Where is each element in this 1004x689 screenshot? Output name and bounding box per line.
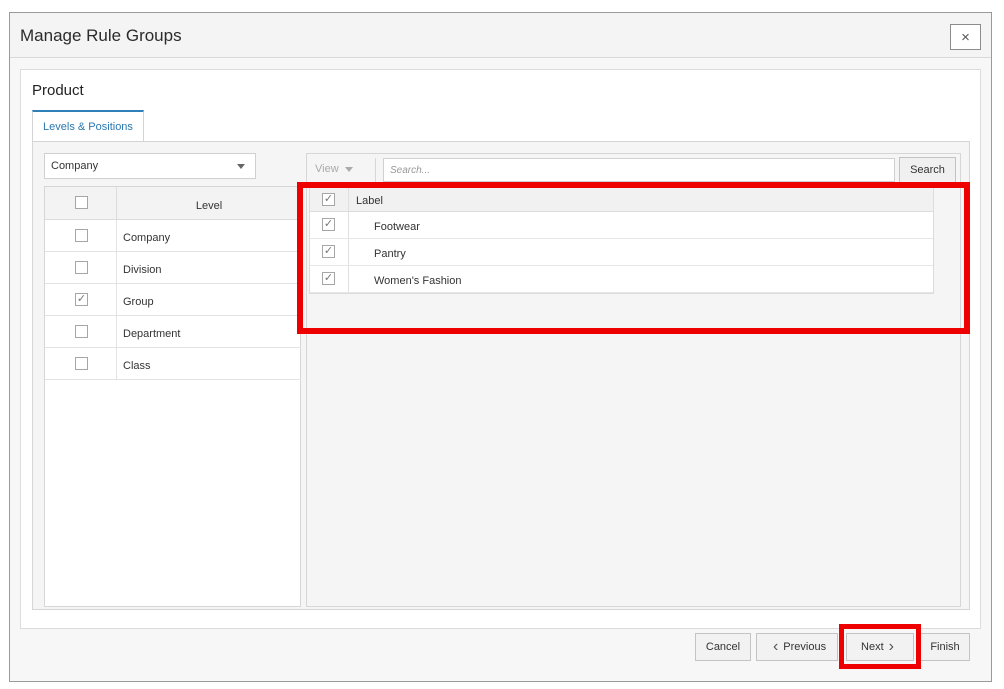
cancel-button[interactable]: Cancel [695, 633, 751, 661]
view-menu[interactable]: View [315, 163, 353, 175]
row-checkbox-cell [45, 316, 117, 348]
view-menu-label: View [315, 163, 339, 175]
chevron-left-icon: ‹ [772, 638, 779, 655]
row-checkbox[interactable] [75, 261, 88, 274]
row-checkbox[interactable]: ✓ [75, 293, 88, 306]
search-input[interactable]: Search... [383, 158, 895, 182]
row-checkbox[interactable] [75, 325, 88, 338]
dialog-titlebar: Manage Rule Groups × [10, 13, 991, 58]
table-row[interactable]: Class [45, 348, 301, 380]
close-button[interactable]: × [950, 24, 981, 50]
row-checkbox-cell: ✓ [45, 284, 117, 316]
header-checkbox-cell [45, 187, 117, 220]
close-icon: × [961, 28, 970, 46]
row-checkbox[interactable] [75, 357, 88, 370]
next-button-highlight [839, 624, 921, 669]
select-all-checkbox[interactable] [75, 196, 88, 209]
level-dropdown-value: Company [51, 160, 99, 172]
row-checkbox-cell [45, 348, 117, 380]
dialog-content: Product Levels & Positions Company Level [20, 69, 981, 629]
table-row[interactable]: ✓ Group [45, 284, 301, 316]
level-label: Department [123, 328, 181, 340]
previous-button-label: Previous [783, 641, 827, 653]
level-dropdown[interactable]: Company [44, 153, 256, 179]
dialog-title: Manage Rule Groups [20, 26, 182, 45]
row-checkbox-cell [45, 220, 117, 252]
row-checkbox-cell [45, 252, 117, 284]
level-label: Company [123, 232, 171, 244]
level-column-header: Level [195, 200, 223, 212]
row-checkbox[interactable] [75, 229, 88, 242]
previous-button[interactable]: ‹ Previous [756, 633, 838, 661]
table-row[interactable]: Department [45, 316, 301, 348]
chevron-down-icon [237, 164, 245, 169]
toolbar-divider [375, 158, 376, 182]
tab-levels-positions[interactable]: Levels & Positions [32, 110, 144, 142]
label-table-highlight [297, 182, 970, 334]
level-label: Class [123, 360, 151, 372]
search-button[interactable]: Search [899, 157, 956, 183]
level-label: Division [123, 264, 162, 276]
level-table: Level Company Division ✓ Group Departmen… [44, 186, 301, 607]
table-row[interactable]: Company [45, 220, 301, 252]
level-label: Group [123, 296, 154, 308]
manage-rule-groups-dialog: Manage Rule Groups × Product Levels & Po… [9, 12, 992, 682]
finish-button[interactable]: Finish [920, 633, 970, 661]
level-table-header: Level [45, 187, 300, 220]
section-title: Product [32, 82, 84, 99]
chevron-down-icon [344, 166, 353, 172]
table-row[interactable]: Division [45, 252, 301, 284]
